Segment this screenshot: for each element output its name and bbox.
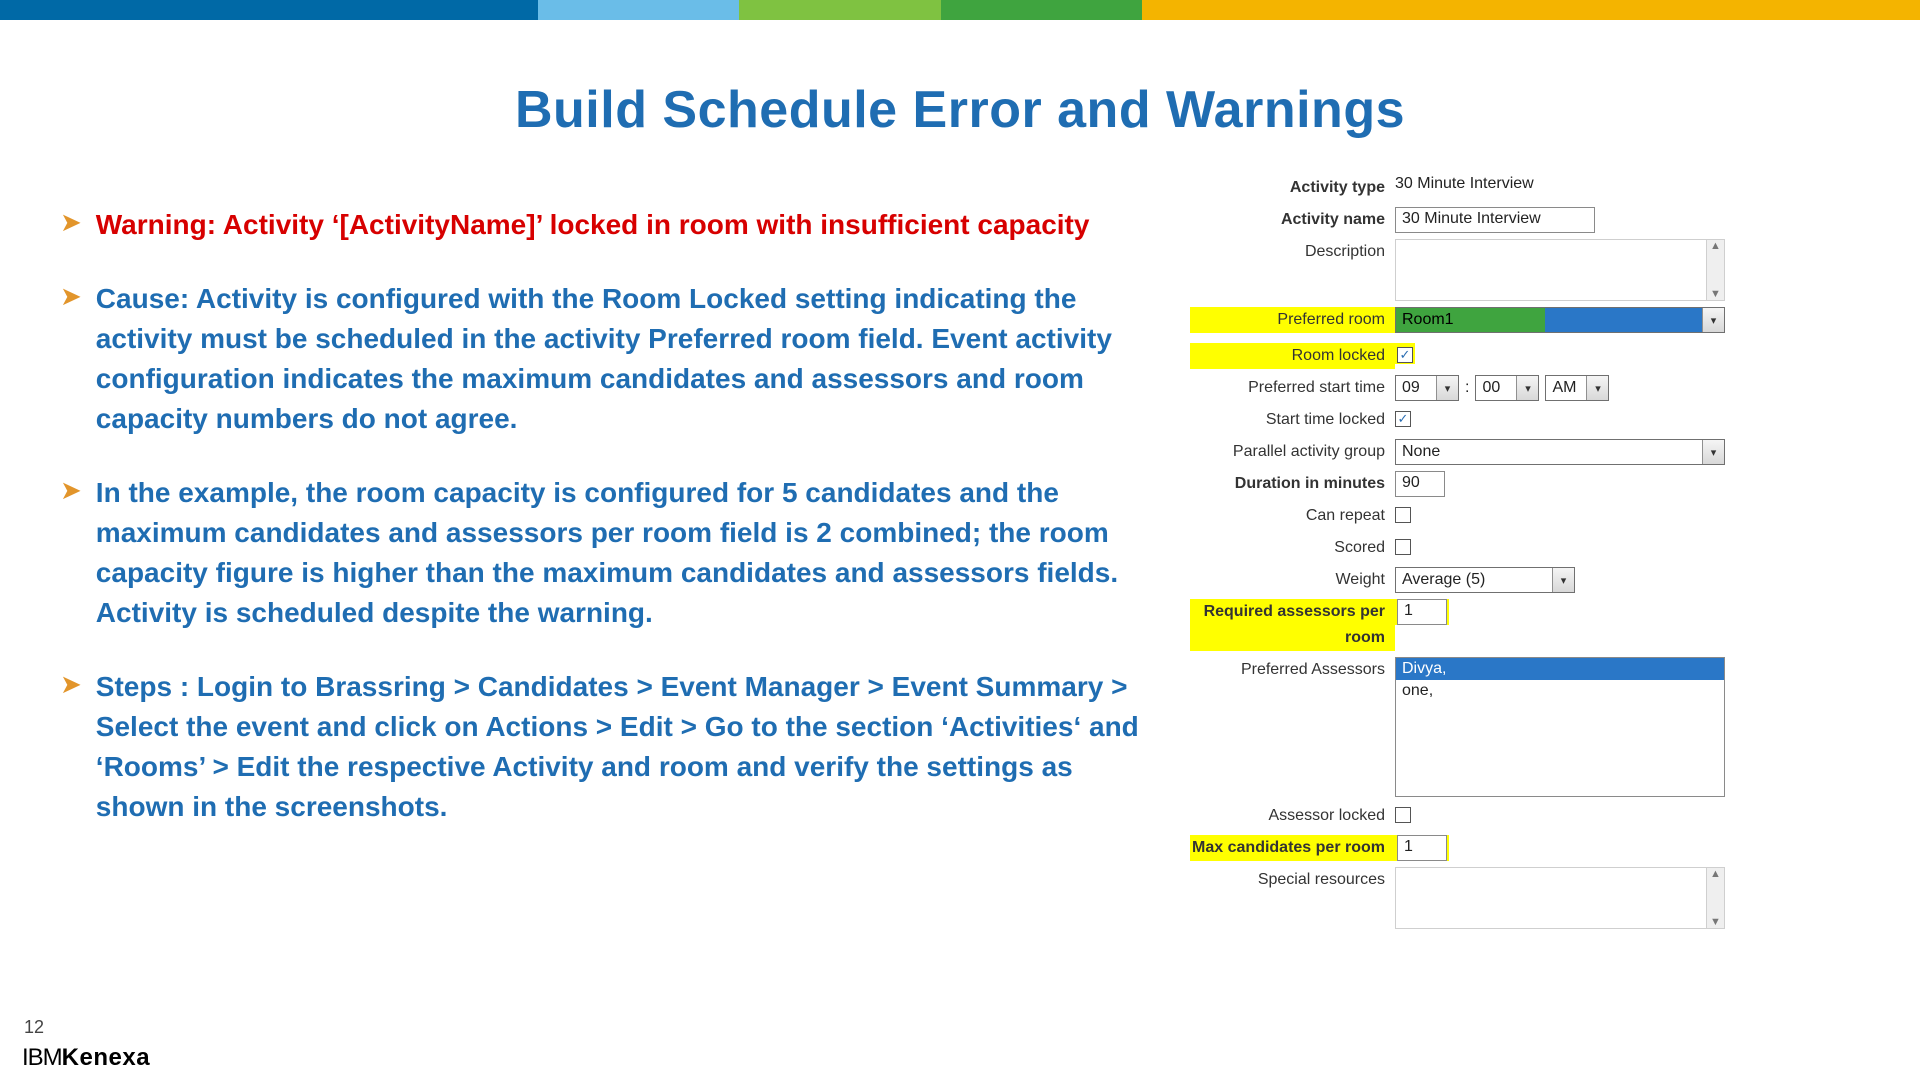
- weight-select[interactable]: Average (5) ▾: [1395, 567, 1575, 593]
- special-resources-textarea[interactable]: [1395, 867, 1725, 929]
- chevron-right-icon: ➤: [60, 279, 82, 439]
- chevron-down-icon[interactable]: ▾: [1586, 376, 1608, 400]
- row-activity-name: Activity name 30 Minute Interview: [1190, 207, 1770, 233]
- bullet-steps: ➤ Steps : Login to Brassring > Candidate…: [60, 667, 1150, 827]
- activity-form: Activity type 30 Minute Interview Activi…: [1190, 175, 1770, 935]
- chevron-down-icon[interactable]: ▾: [1436, 376, 1458, 400]
- parallel-group-select[interactable]: None ▾: [1395, 439, 1725, 465]
- ibm-kenexa-logo: IBMKenexa: [22, 1044, 150, 1072]
- label-weight: Weight: [1190, 567, 1395, 593]
- chevron-down-icon[interactable]: ▾: [1702, 308, 1724, 332]
- list-item[interactable]: Divya,: [1396, 658, 1724, 680]
- bullet-text: Cause: Activity is configured with the R…: [96, 279, 1150, 439]
- label-parallel-group: Parallel activity group: [1190, 439, 1395, 465]
- bullet-example: ➤ In the example, the room capacity is c…: [60, 473, 1150, 633]
- label-start-time-locked: Start time locked: [1190, 407, 1395, 433]
- bullet-text: Warning: Activity ‘[ActivityName]’ locke…: [96, 205, 1090, 245]
- preferred-room-select[interactable]: Room1 ▾: [1395, 307, 1725, 333]
- logo-kenexa: Kenexa: [62, 1044, 150, 1071]
- label-activity-type: Activity type: [1190, 175, 1395, 201]
- row-preferred-room: Preferred room Room1 ▾: [1190, 307, 1770, 337]
- room-locked-checkbox[interactable]: [1397, 347, 1413, 363]
- duration-input[interactable]: 90: [1395, 471, 1445, 497]
- top-color-band: [0, 0, 1920, 20]
- start-minute-select[interactable]: 00▾: [1475, 375, 1539, 401]
- activity-name-input[interactable]: 30 Minute Interview: [1395, 207, 1595, 233]
- bullet-cause: ➤ Cause: Activity is configured with the…: [60, 279, 1150, 439]
- label-max-candidates: Max candidates per room: [1190, 835, 1395, 861]
- row-preferred-assessors: Preferred Assessors Divya, one,: [1190, 657, 1770, 797]
- max-candidates-input[interactable]: 1: [1397, 835, 1447, 861]
- bullet-warning: ➤ Warning: Activity ‘[ActivityName]’ loc…: [60, 205, 1150, 245]
- time-separator: :: [1465, 379, 1469, 397]
- page-title: Build Schedule Error and Warnings: [0, 80, 1920, 140]
- label-can-repeat: Can repeat: [1190, 503, 1395, 529]
- bullet-list: ➤ Warning: Activity ‘[ActivityName]’ loc…: [60, 205, 1150, 861]
- row-can-repeat: Can repeat: [1190, 503, 1770, 529]
- scored-checkbox[interactable]: [1395, 539, 1411, 555]
- start-time-locked-checkbox[interactable]: [1395, 411, 1411, 427]
- label-required-assessors: Required assessors per room: [1190, 599, 1395, 651]
- chevron-right-icon: ➤: [60, 473, 82, 633]
- list-item[interactable]: one,: [1396, 680, 1724, 702]
- label-description: Description: [1190, 239, 1395, 265]
- scrollbar-icon[interactable]: [1706, 868, 1724, 928]
- label-special-resources: Special resources: [1190, 867, 1395, 893]
- chevron-down-icon[interactable]: ▾: [1516, 376, 1538, 400]
- bullet-text: In the example, the room capacity is con…: [96, 473, 1150, 633]
- slide: Build Schedule Error and Warnings ➤ Warn…: [0, 0, 1920, 1080]
- preferred-assessors-listbox[interactable]: Divya, one,: [1395, 657, 1725, 797]
- description-textarea[interactable]: [1395, 239, 1725, 301]
- row-room-locked: Room locked: [1190, 343, 1770, 369]
- required-assessors-input[interactable]: 1: [1397, 599, 1447, 625]
- chevron-down-icon[interactable]: ▾: [1552, 568, 1574, 592]
- label-preferred-start-time: Preferred start time: [1190, 375, 1395, 401]
- label-room-locked: Room locked: [1190, 343, 1395, 369]
- row-required-assessors: Required assessors per room 1: [1190, 599, 1770, 651]
- row-parallel-group: Parallel activity group None ▾: [1190, 439, 1770, 465]
- chevron-right-icon: ➤: [60, 205, 82, 245]
- row-activity-type: Activity type 30 Minute Interview: [1190, 175, 1770, 201]
- bullet-text: Steps : Login to Brassring > Candidates …: [96, 667, 1150, 827]
- label-preferred-room: Preferred room: [1190, 307, 1395, 333]
- label-scored: Scored: [1190, 535, 1395, 561]
- label-assessor-locked: Assessor locked: [1190, 803, 1395, 829]
- label-duration: Duration in minutes: [1190, 471, 1395, 497]
- page-number: 12: [24, 1017, 44, 1038]
- row-weight: Weight Average (5) ▾: [1190, 567, 1770, 593]
- chevron-down-icon[interactable]: ▾: [1702, 440, 1724, 464]
- assessor-locked-checkbox[interactable]: [1395, 807, 1411, 823]
- start-hour-select[interactable]: 09▾: [1395, 375, 1459, 401]
- row-special-resources: Special resources: [1190, 867, 1770, 929]
- chevron-right-icon: ➤: [60, 667, 82, 827]
- value-activity-type: 30 Minute Interview: [1395, 175, 1770, 201]
- row-start-time-locked: Start time locked: [1190, 407, 1770, 433]
- can-repeat-checkbox[interactable]: [1395, 507, 1411, 523]
- row-scored: Scored: [1190, 535, 1770, 561]
- row-description: Description: [1190, 239, 1770, 301]
- start-ampm-select[interactable]: AM▾: [1545, 375, 1609, 401]
- scrollbar-icon[interactable]: [1706, 240, 1724, 300]
- row-preferred-start-time: Preferred start time 09▾ : 00▾ AM▾: [1190, 375, 1770, 401]
- preferred-room-value: Room1: [1396, 308, 1546, 332]
- logo-ibm: IBM: [22, 1044, 62, 1071]
- row-max-candidates: Max candidates per room 1: [1190, 835, 1770, 861]
- label-activity-name: Activity name: [1190, 207, 1395, 233]
- row-duration: Duration in minutes 90: [1190, 471, 1770, 497]
- row-assessor-locked: Assessor locked: [1190, 803, 1770, 829]
- label-preferred-assessors: Preferred Assessors: [1190, 657, 1395, 683]
